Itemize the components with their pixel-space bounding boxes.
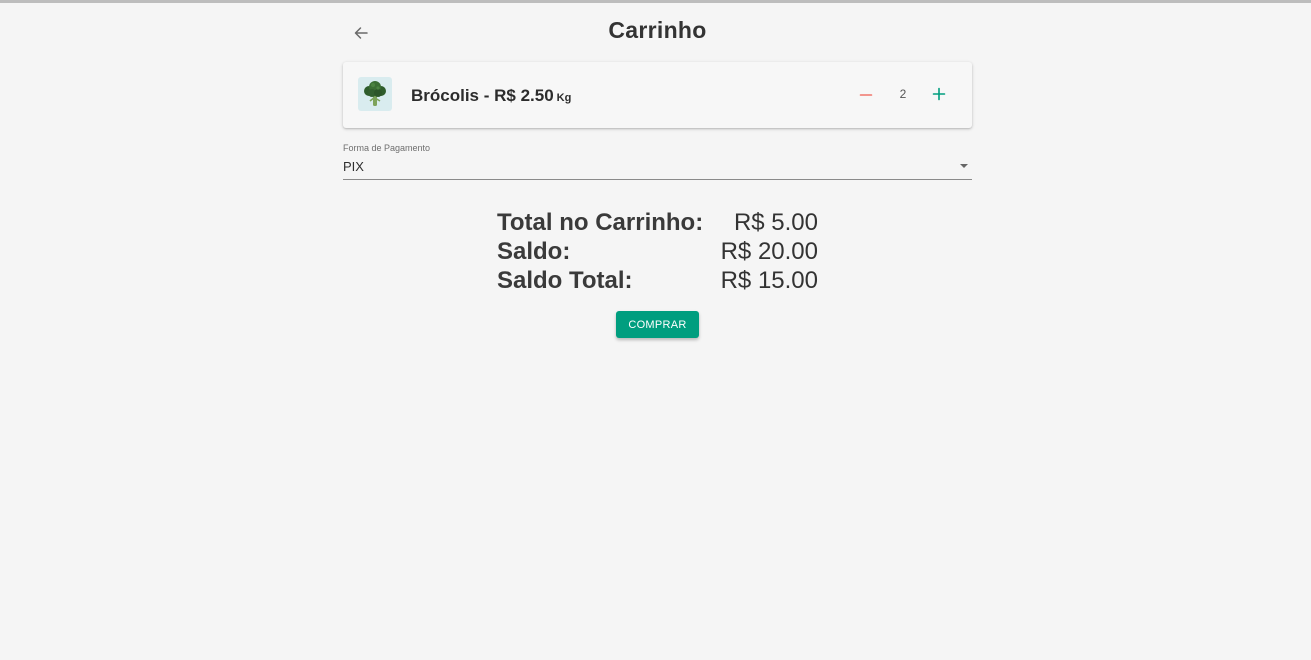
cart-page: Carrinho Brócolis - R$ 2.50 Kg 2 Forma d… — [343, 3, 972, 338]
payment-method-value: PIX — [343, 159, 364, 174]
increase-quantity-button[interactable] — [928, 83, 950, 105]
buy-button[interactable]: COMPRAR — [616, 311, 699, 338]
header: Carrinho — [343, 3, 972, 61]
payment-method-select[interactable]: Forma de Pagamento PIX — [343, 143, 972, 180]
product-image — [358, 77, 392, 111]
final-balance-label: Saldo Total: — [497, 267, 633, 294]
totals-summary: Total no Carrinho: R$ 5.00 Saldo: R$ 20.… — [497, 209, 818, 296]
quantity-value: 2 — [899, 87, 907, 101]
cart-total-label: Total no Carrinho: — [497, 209, 704, 236]
final-balance-row: Saldo Total: R$ 15.00 — [497, 267, 818, 296]
product-unit: Kg — [556, 92, 572, 104]
balance-label: Saldo: — [497, 238, 571, 265]
broccoli-icon — [364, 81, 386, 106]
decrease-quantity-button[interactable] — [855, 84, 877, 106]
balance-value: R$ 20.00 — [720, 238, 818, 265]
balance-row: Saldo: R$ 20.00 — [497, 238, 818, 267]
cart-item-card: Brócolis - R$ 2.50 Kg 2 — [343, 62, 972, 128]
payment-method-label: Forma de Pagamento — [343, 143, 431, 153]
cart-total-row: Total no Carrinho: R$ 5.00 — [497, 209, 818, 238]
product-name-price: Brócolis - R$ 2.50 Kg — [411, 86, 571, 106]
dropdown-caret-icon — [960, 164, 968, 168]
minus-icon — [859, 94, 873, 96]
page-title: Carrinho — [608, 17, 707, 43]
cart-total-value: R$ 5.00 — [733, 209, 818, 236]
plus-icon — [932, 87, 946, 101]
final-balance-value: R$ 15.00 — [720, 267, 818, 294]
product-title: Brócolis - R$ 2.50 — [411, 86, 554, 105]
